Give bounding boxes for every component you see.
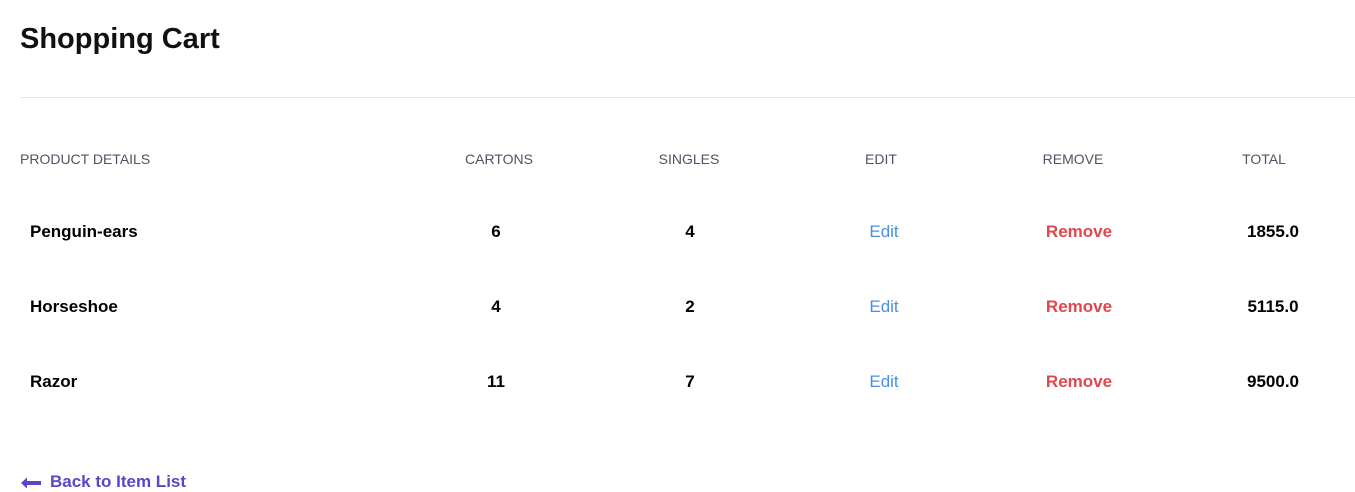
- edit-button[interactable]: Edit: [869, 220, 898, 244]
- column-header-edit: Edit: [865, 151, 897, 167]
- back-to-item-list-link[interactable]: Back to Item List: [20, 470, 186, 492]
- table-row: Razor 11 7 Edit Remove 9500.0: [0, 344, 1355, 419]
- table-row: Penguin-ears 6 4 Edit Remove 1855.0: [0, 194, 1355, 269]
- singles-count: 4: [685, 222, 695, 241]
- singles-count: 2: [685, 297, 695, 316]
- singles-count: 7: [685, 372, 695, 391]
- edit-button[interactable]: Edit: [869, 295, 898, 319]
- table-header: Product Details Cartons Singles Edit Rem…: [0, 148, 1355, 170]
- row-total: 1855.0: [1247, 222, 1299, 241]
- shopping-cart-page: Shopping Cart Product Details Cartons Si…: [0, 0, 1355, 492]
- product-name: Horseshoe: [30, 297, 118, 316]
- column-header-cartons: Cartons: [465, 151, 533, 167]
- column-header-total: Total: [1242, 151, 1286, 167]
- row-total: 9500.0: [1247, 372, 1299, 391]
- remove-button[interactable]: Remove: [1046, 220, 1112, 244]
- remove-button[interactable]: Remove: [1046, 295, 1112, 319]
- back-link-label: Back to Item List: [50, 472, 187, 491]
- column-header-remove: Remove: [1042, 151, 1104, 167]
- arrow-left-icon: [20, 475, 42, 489]
- cartons-count: 11: [487, 372, 505, 391]
- edit-button[interactable]: Edit: [869, 370, 898, 394]
- row-total: 5115.0: [1247, 297, 1299, 316]
- cart-items-table: Penguin-ears 6 4 Edit Remove 1855.0 Hors…: [0, 194, 1355, 419]
- remove-button[interactable]: Remove: [1046, 370, 1112, 394]
- column-header-product-details: Product Details: [20, 151, 151, 167]
- page-title: Shopping Cart: [20, 23, 220, 55]
- product-name: Penguin-ears: [30, 222, 138, 241]
- table-row: Horseshoe 4 2 Edit Remove 5115.0: [0, 269, 1355, 344]
- cartons-count: 4: [491, 297, 501, 316]
- cartons-count: 6: [491, 222, 501, 241]
- column-header-singles: Singles: [658, 151, 720, 167]
- product-name: Razor: [30, 372, 78, 391]
- divider: [20, 97, 1355, 98]
